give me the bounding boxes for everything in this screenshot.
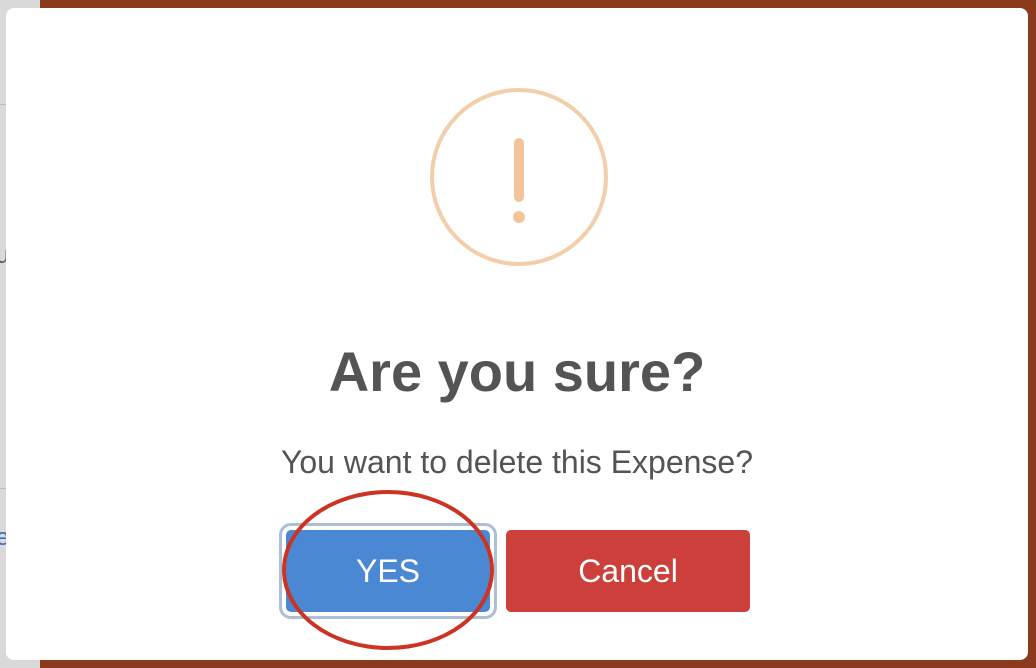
exclamation-dot [513,211,525,223]
confirm-yes-button[interactable]: YES [286,530,490,612]
cancel-button[interactable]: Cancel [506,530,750,612]
exclamation-bar [514,138,524,202]
dialog-message: You want to delete this Expense? [280,444,754,480]
dialog-title: Are you sure? [328,340,706,403]
warning-icon [430,88,608,266]
confirm-dialog: Are you sure? You want to delete this Ex… [6,8,1028,660]
